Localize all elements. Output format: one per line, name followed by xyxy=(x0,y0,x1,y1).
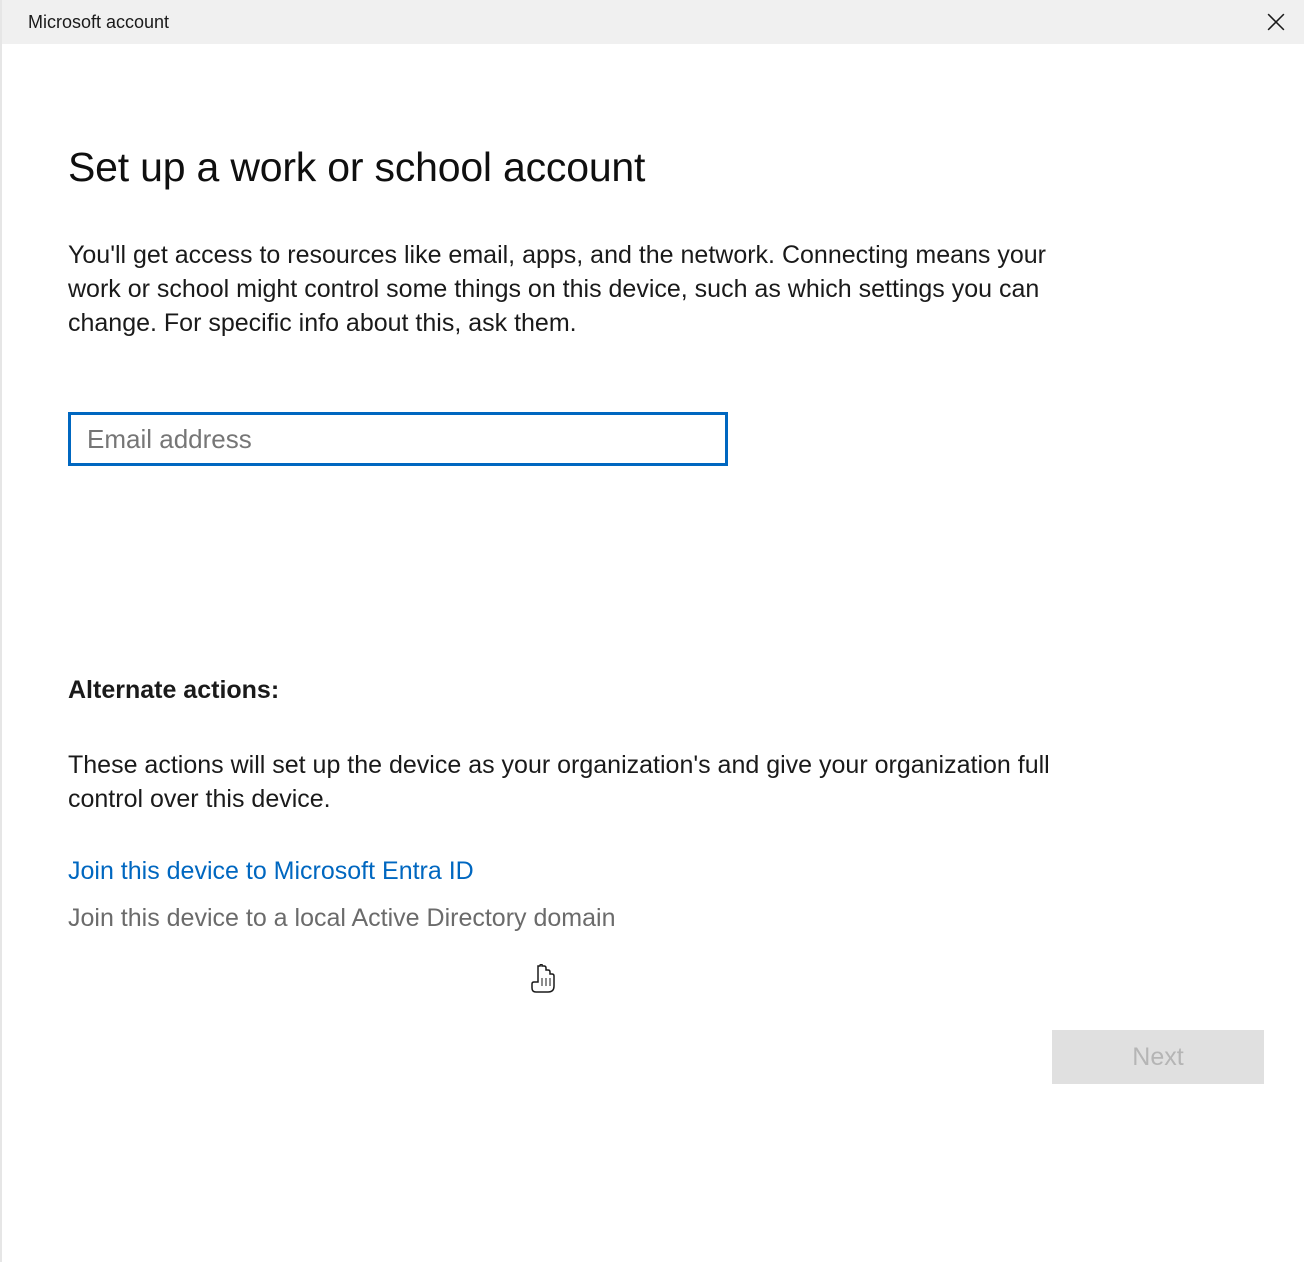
alternate-actions-heading: Alternate actions: xyxy=(68,676,1238,705)
pointer-cursor-icon xyxy=(530,964,558,996)
join-local-ad-link[interactable]: Join this device to a local Active Direc… xyxy=(68,904,1238,933)
next-button[interactable]: Next xyxy=(1052,1030,1264,1084)
window-title: Microsoft account xyxy=(28,12,169,33)
page-description: You'll get access to resources like emai… xyxy=(68,239,1068,340)
close-icon xyxy=(1267,13,1285,31)
close-button[interactable] xyxy=(1248,0,1304,44)
dialog-body: Set up a work or school account You'll g… xyxy=(0,44,1304,1262)
page-heading: Set up a work or school account xyxy=(68,144,1238,191)
join-entra-id-link[interactable]: Join this device to Microsoft Entra ID xyxy=(68,857,1238,886)
titlebar: Microsoft account xyxy=(0,0,1304,44)
alternate-actions-description: These actions will set up the device as … xyxy=(68,749,1068,817)
email-input[interactable] xyxy=(68,412,728,466)
